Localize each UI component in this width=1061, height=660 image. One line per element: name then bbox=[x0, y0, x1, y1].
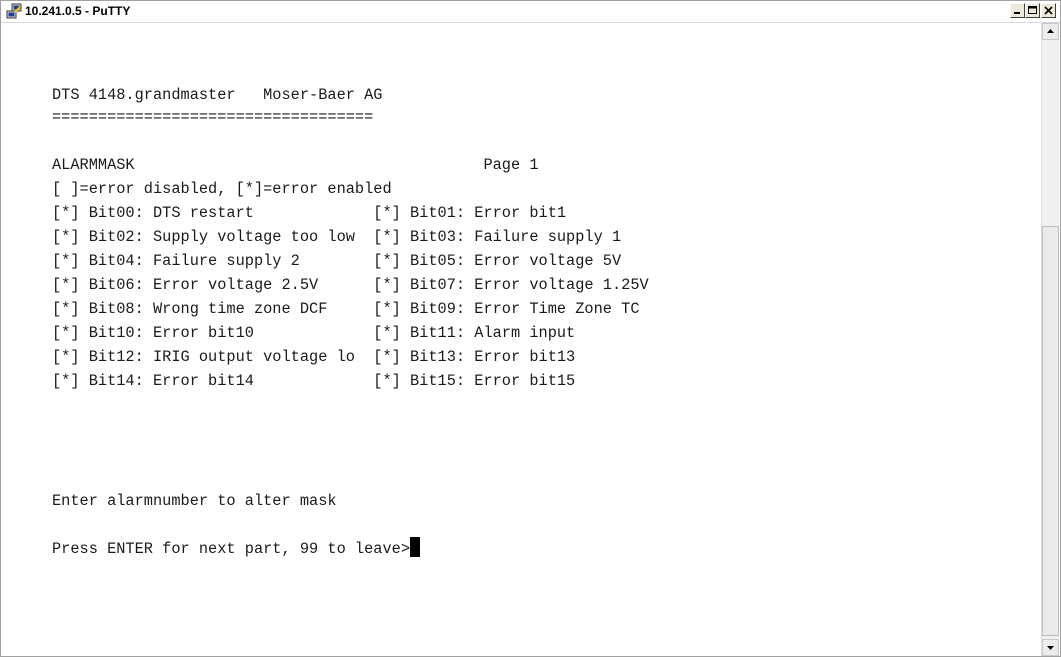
scroll-thumb[interactable] bbox=[1042, 226, 1059, 636]
arrow-up-icon bbox=[1047, 29, 1054, 33]
prompt-line[interactable]: Press ENTER for next part, 99 to leave> bbox=[52, 537, 421, 561]
text-cursor bbox=[410, 537, 421, 557]
alarm-row: [*] Bit08: Wrong time zone DCF [*] Bit09… bbox=[52, 300, 640, 318]
header-line: DTS 4148.grandmaster Moser-Baer AG bbox=[52, 86, 383, 104]
vertical-scrollbar[interactable] bbox=[1041, 23, 1059, 656]
section-title: ALARMMASK Page 1 bbox=[52, 156, 539, 174]
alarm-row: [*] Bit00: DTS restart [*] Bit01: Error … bbox=[52, 204, 567, 222]
legend-line: [ ]=error disabled, [*]=error enabled bbox=[52, 180, 392, 198]
alarm-row: [*] Bit02: Supply voltage too low [*] Bi… bbox=[52, 228, 622, 246]
instruction-line: Enter alarmnumber to alter mask bbox=[52, 492, 337, 510]
prompt-text: Press ENTER for next part, 99 to leave> bbox=[52, 540, 411, 558]
maximize-button[interactable] bbox=[1025, 3, 1040, 18]
scroll-up-button[interactable] bbox=[1042, 23, 1059, 40]
putty-icon[interactable] bbox=[6, 3, 22, 19]
alarm-row: [*] Bit04: Failure supply 2 [*] Bit05: E… bbox=[52, 252, 622, 270]
scroll-down-button[interactable] bbox=[1042, 639, 1059, 656]
maximize-icon bbox=[1028, 6, 1037, 14]
window-title: 10.241.0.5 - PuTTY bbox=[25, 4, 131, 18]
close-button[interactable] bbox=[1041, 3, 1056, 18]
alarm-row: [*] Bit06: Error voltage 2.5V [*] Bit07:… bbox=[52, 276, 649, 294]
arrow-down-icon bbox=[1047, 646, 1054, 650]
putty-window: 10.241.0.5 - PuTTY DTS 4148.grandmaster … bbox=[0, 0, 1061, 657]
separator-line: =================================== bbox=[52, 108, 374, 126]
alarm-row: [*] Bit12: IRIG output voltage lo [*] Bi… bbox=[52, 348, 576, 366]
close-icon bbox=[1044, 6, 1053, 15]
minimize-icon bbox=[1014, 12, 1020, 14]
minimize-button[interactable] bbox=[1010, 3, 1025, 18]
alarm-row: [*] Bit10: Error bit10 [*] Bit11: Alarm … bbox=[52, 324, 576, 342]
alarm-row: [*] Bit14: Error bit14 [*] Bit15: Error … bbox=[52, 372, 576, 390]
title-bar[interactable]: 10.241.0.5 - PuTTY bbox=[1, 1, 1060, 23]
terminal-screen[interactable]: DTS 4148.grandmaster Moser-Baer AG =====… bbox=[1, 23, 1040, 656]
